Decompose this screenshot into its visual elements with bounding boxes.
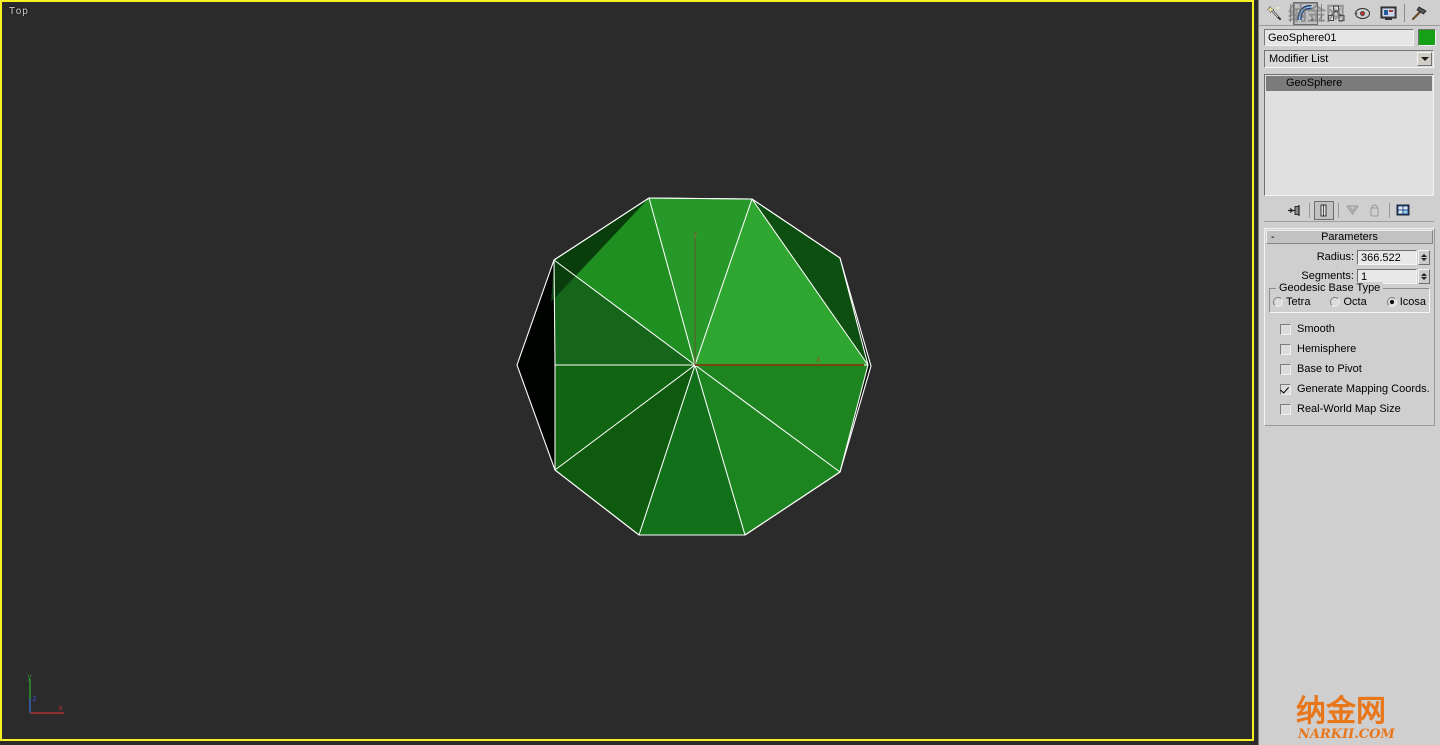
motion-wheel-icon [1354, 7, 1370, 19]
radio-octa[interactable]: Octa [1330, 296, 1367, 308]
checkbox-row-base-to-pivot[interactable]: Base to Pivot [1269, 359, 1430, 379]
checkbox-row-smooth[interactable]: Smooth [1269, 319, 1430, 339]
radius-row: Radius: 366.522 [1269, 249, 1430, 265]
checkbox-row-generate-mapping-coords[interactable]: Generate Mapping Coords. [1269, 379, 1430, 399]
generate-mapping-coords-checkbox[interactable] [1280, 383, 1291, 395]
display-tab[interactable] [1376, 1, 1401, 25]
make-unique-icon[interactable] [1343, 201, 1363, 220]
real-world-map-size-checkbox[interactable] [1280, 403, 1291, 415]
radius-spinner[interactable] [1418, 249, 1430, 265]
command-panel: GeoSphere01 Modifier List GeoSphere - Pa… [1258, 0, 1440, 745]
smooth-label: Smooth [1297, 323, 1335, 335]
viewport-top[interactable]: y x Top y x z [0, 0, 1258, 745]
wand-icon [1266, 4, 1282, 20]
motion-tab[interactable] [1350, 1, 1375, 25]
segments-label: Segments: [1301, 270, 1354, 282]
geodesic-base-type-title: Geodesic Base Type [1276, 282, 1384, 294]
viewport-canvas[interactable]: y x Top y x z [2, 2, 1252, 739]
modifier-stack-item-geosphere[interactable]: GeoSphere [1266, 76, 1432, 91]
parameters-rollout-header[interactable]: - Parameters [1266, 230, 1433, 244]
create-tab[interactable] [1262, 1, 1287, 25]
hierarchy-nodes-icon [1328, 5, 1345, 21]
object-color-swatch[interactable] [1418, 29, 1436, 46]
arc-bend-icon [1297, 4, 1313, 21]
checkbox-row-real-world-map-size[interactable]: Real-World Map Size [1269, 399, 1430, 419]
rollout-collapse-glyph[interactable]: - [1271, 231, 1275, 244]
rollout-title: Parameters [1321, 231, 1378, 243]
utilities-tab[interactable] [1407, 1, 1432, 25]
svg-text:x: x [816, 355, 821, 364]
modifier-stack-list[interactable]: GeoSphere [1264, 74, 1434, 196]
base-to-pivot-label: Base to Pivot [1297, 363, 1362, 375]
radio-tetra-label: Tetra [1286, 296, 1311, 308]
object-name-field[interactable]: GeoSphere01 [1264, 29, 1414, 46]
segments-spinner[interactable] [1418, 268, 1430, 284]
radio-icosa-dot[interactable] [1386, 297, 1397, 307]
command-panel-tabs [1259, 0, 1440, 26]
svg-text:y: y [27, 672, 32, 681]
app-root: y x Top y x z GeoSphere01 Modifier List … [0, 0, 1440, 745]
base-to-pivot-checkbox[interactable] [1280, 363, 1291, 375]
svg-text:z: z [32, 694, 37, 703]
geodesic-base-type-group: Geodesic Base Type Tetra Octa Icosa [1269, 282, 1430, 313]
svg-text:x: x [58, 703, 63, 712]
radio-icosa[interactable]: Icosa [1386, 296, 1426, 308]
modifier-list-label: Modifier List [1269, 53, 1329, 65]
generate-mapping-coords-label: Generate Mapping Coords. [1297, 383, 1430, 395]
hemisphere-checkbox[interactable] [1280, 343, 1291, 355]
modifier-stack-toolbar [1264, 199, 1434, 222]
parameters-rollout-body: Radius: 366.522 Segments: 1 Geodesic Bas… [1265, 245, 1434, 425]
make-unique-glyph [1346, 205, 1359, 215]
object-name-row: GeoSphere01 [1259, 26, 1440, 48]
modifier-list-dropdown[interactable]: Modifier List [1264, 50, 1434, 68]
tab-separator-3 [1404, 4, 1405, 22]
viewport-label: Top [9, 6, 29, 17]
radio-octa-dot[interactable] [1330, 297, 1341, 307]
display-monitor-icon [1380, 6, 1397, 20]
hierarchy-tab[interactable] [1324, 1, 1349, 25]
radius-label: Radius: [1316, 251, 1354, 263]
hemisphere-label: Hemisphere [1297, 343, 1357, 355]
checkbox-row-hemisphere[interactable]: Hemisphere [1269, 339, 1430, 359]
tab-separator-1 [1290, 4, 1291, 22]
radio-octa-label: Octa [1343, 296, 1367, 308]
parameters-rollout: - Parameters Radius: 366.522 Segments: 1 [1264, 228, 1435, 426]
smooth-checkbox[interactable] [1280, 323, 1291, 335]
configure-modifier-sets-icon[interactable] [1394, 201, 1414, 220]
pin-stack-icon[interactable] [1285, 201, 1305, 220]
svg-text:y: y [693, 230, 698, 239]
pin-glyph [1288, 204, 1300, 216]
trash-glyph [1370, 203, 1379, 216]
radio-icosa-label: Icosa [1399, 296, 1426, 308]
tab-separator-2 [1321, 4, 1322, 22]
radio-tetra[interactable]: Tetra [1273, 296, 1310, 308]
stack-tool-separator-2 [1337, 202, 1339, 218]
hammer-icon [1411, 5, 1427, 20]
stack-tool-separator-1 [1308, 202, 1310, 218]
geosphere-render: y x [516, 197, 872, 536]
radius-input[interactable]: 366.522 [1357, 249, 1417, 265]
modify-tab[interactable] [1293, 1, 1318, 25]
remove-modifier-icon[interactable] [1365, 201, 1385, 220]
chevron-down-icon[interactable] [1417, 52, 1432, 66]
real-world-map-size-label: Real-World Map Size [1297, 403, 1401, 415]
axis-tripod-icon: y x z [27, 672, 64, 714]
stack-tool-separator-3 [1388, 202, 1390, 218]
end-result-glyph [1320, 204, 1327, 216]
show-end-result-icon[interactable] [1313, 200, 1334, 220]
modifier-list-row: Modifier List [1259, 48, 1440, 71]
radio-tetra-dot[interactable] [1273, 297, 1283, 307]
geodesic-radio-row: Tetra Octa Icosa [1272, 296, 1427, 308]
config-sets-glyph [1396, 204, 1410, 215]
